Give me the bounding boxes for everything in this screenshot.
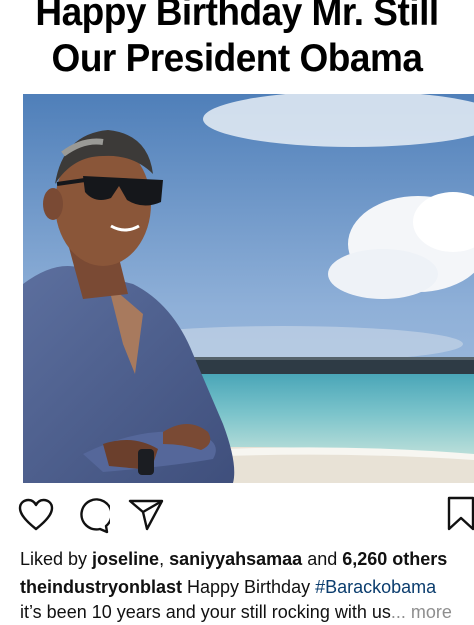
caption-text-line-2: it’s been 10 years and your still rockin… — [20, 602, 391, 622]
caption-username[interactable]: theindustryonblast — [20, 577, 182, 597]
more-link[interactable]: more — [406, 602, 452, 622]
likes-summary: Liked by joseline, saniyyahsamaa and 6,2… — [20, 548, 474, 570]
likes-and: and — [302, 549, 343, 569]
post-caption-continued: it’s been 10 years and your still rockin… — [20, 601, 474, 623]
post-caption: theindustryonblast Happy Birthday #Barac… — [20, 576, 474, 598]
meme-caption-line-1: Happy Birthday Mr. Still — [35, 0, 439, 34]
heart-outline-icon[interactable] — [18, 498, 54, 532]
liker-username-2[interactable]: saniyyahsamaa — [169, 549, 302, 569]
bookmark-icon[interactable] — [446, 496, 474, 532]
caption-text: Happy Birthday — [182, 577, 316, 597]
likes-separator: , — [159, 549, 170, 569]
liker-username-1[interactable]: joseline — [92, 549, 159, 569]
comment-bubble-icon[interactable] — [74, 498, 110, 534]
paper-plane-icon[interactable] — [128, 498, 164, 532]
likes-count[interactable]: 6,260 others — [342, 549, 447, 569]
meme-caption: Happy Birthday Mr. Still Our President O… — [0, 0, 474, 94]
post-photo[interactable] — [23, 94, 474, 483]
caption-hashtag[interactable]: #Barackobama — [315, 577, 436, 597]
meme-caption-line-2: Our President Obama — [51, 36, 423, 80]
beach-portrait-image — [23, 94, 474, 483]
post-action-bar — [0, 490, 474, 540]
caption-ellipsis: ... — [390, 602, 406, 622]
likes-prefix: Liked by — [20, 549, 93, 569]
